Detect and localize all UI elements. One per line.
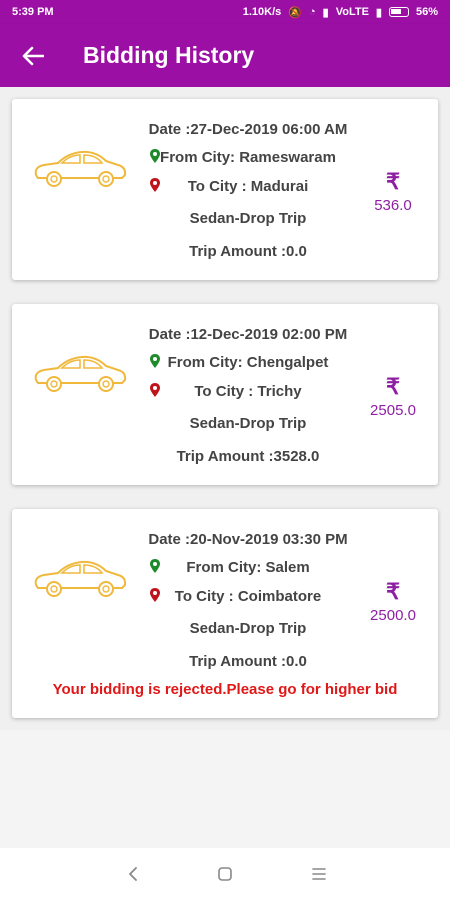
signal-icon: ▮	[322, 6, 329, 19]
navigation-bar	[0, 848, 450, 900]
nav-back-button[interactable]	[121, 862, 145, 886]
rupee-icon: ₹	[386, 374, 400, 399]
bid-card[interactable]: Date :27-Dec-2019 06:00 AM From City: Ra…	[12, 99, 438, 280]
nav-home-button[interactable]	[213, 862, 237, 886]
bid-date: Date :20-Nov-2019 03:30 PM	[148, 531, 348, 548]
bidding-list: Date :27-Dec-2019 06:00 AM From City: Ra…	[0, 87, 450, 730]
mute-icon: 🔕	[288, 6, 302, 19]
trip-amount: Trip Amount :0.0	[189, 653, 307, 670]
bid-card[interactable]: Date :12-Dec-2019 02:00 PM From City: Ch…	[12, 304, 438, 485]
rejection-message: Your bidding is rejected.Please go for h…	[52, 681, 398, 698]
status-bar: 5:39 PM 1.10K/s 🔕 ◔ ▮ VoLTE ▮ 56%	[0, 0, 450, 24]
from-city: From City: Salem	[186, 559, 310, 576]
arrow-left-icon	[22, 46, 44, 65]
signal-icon-2: ▮	[375, 6, 382, 19]
rupee-icon: ₹	[386, 169, 400, 194]
trip-amount: Trip Amount :3528.0	[176, 448, 320, 465]
page-title: Bidding History	[83, 42, 255, 68]
car-icon	[34, 355, 127, 392]
to-city: To City : Madurai	[187, 178, 309, 195]
car-icon	[34, 150, 127, 187]
trip-type: Sedan-Drop Trip	[189, 620, 307, 637]
trip-amount: Trip Amount :0.0	[189, 243, 307, 260]
app-bar: Bidding History	[0, 24, 450, 87]
bid-card[interactable]: Date :20-Nov-2019 03:30 PM From City: Sa…	[12, 509, 438, 718]
empty-area	[0, 730, 450, 848]
bid-amount: 536.0	[374, 197, 412, 214]
trip-type: Sedan-Drop Trip	[189, 210, 307, 227]
nav-menu-icon	[312, 868, 326, 880]
bid-amount: 2505.0	[370, 402, 416, 419]
trip-type: Sedan-Drop Trip	[189, 415, 307, 432]
nav-back-icon	[129, 867, 137, 881]
bid-date: Date :27-Dec-2019 06:00 AM	[148, 121, 348, 138]
battery-level: 56%	[415, 6, 438, 18]
back-button[interactable]	[0, 24, 66, 87]
rupee-icon: ₹	[386, 579, 400, 604]
from-city: From City: Chengalpet	[167, 354, 329, 371]
battery-icon	[388, 7, 409, 17]
network-type: VoLTE	[335, 6, 369, 18]
bid-amount: 2500.0	[370, 607, 416, 624]
nav-menu-button[interactable]	[307, 862, 331, 886]
to-city: To City : Trichy	[194, 383, 302, 400]
status-time: 5:39 PM	[12, 6, 54, 18]
from-city: From City: Rameswaram	[160, 149, 336, 166]
wifi-icon: ◔	[308, 6, 316, 18]
car-icon	[34, 560, 127, 597]
network-speed: 1.10K/s	[242, 6, 282, 18]
bid-date: Date :12-Dec-2019 02:00 PM	[148, 326, 348, 343]
to-city: To City : Coimbatore	[174, 588, 322, 605]
nav-home-icon	[218, 867, 232, 881]
